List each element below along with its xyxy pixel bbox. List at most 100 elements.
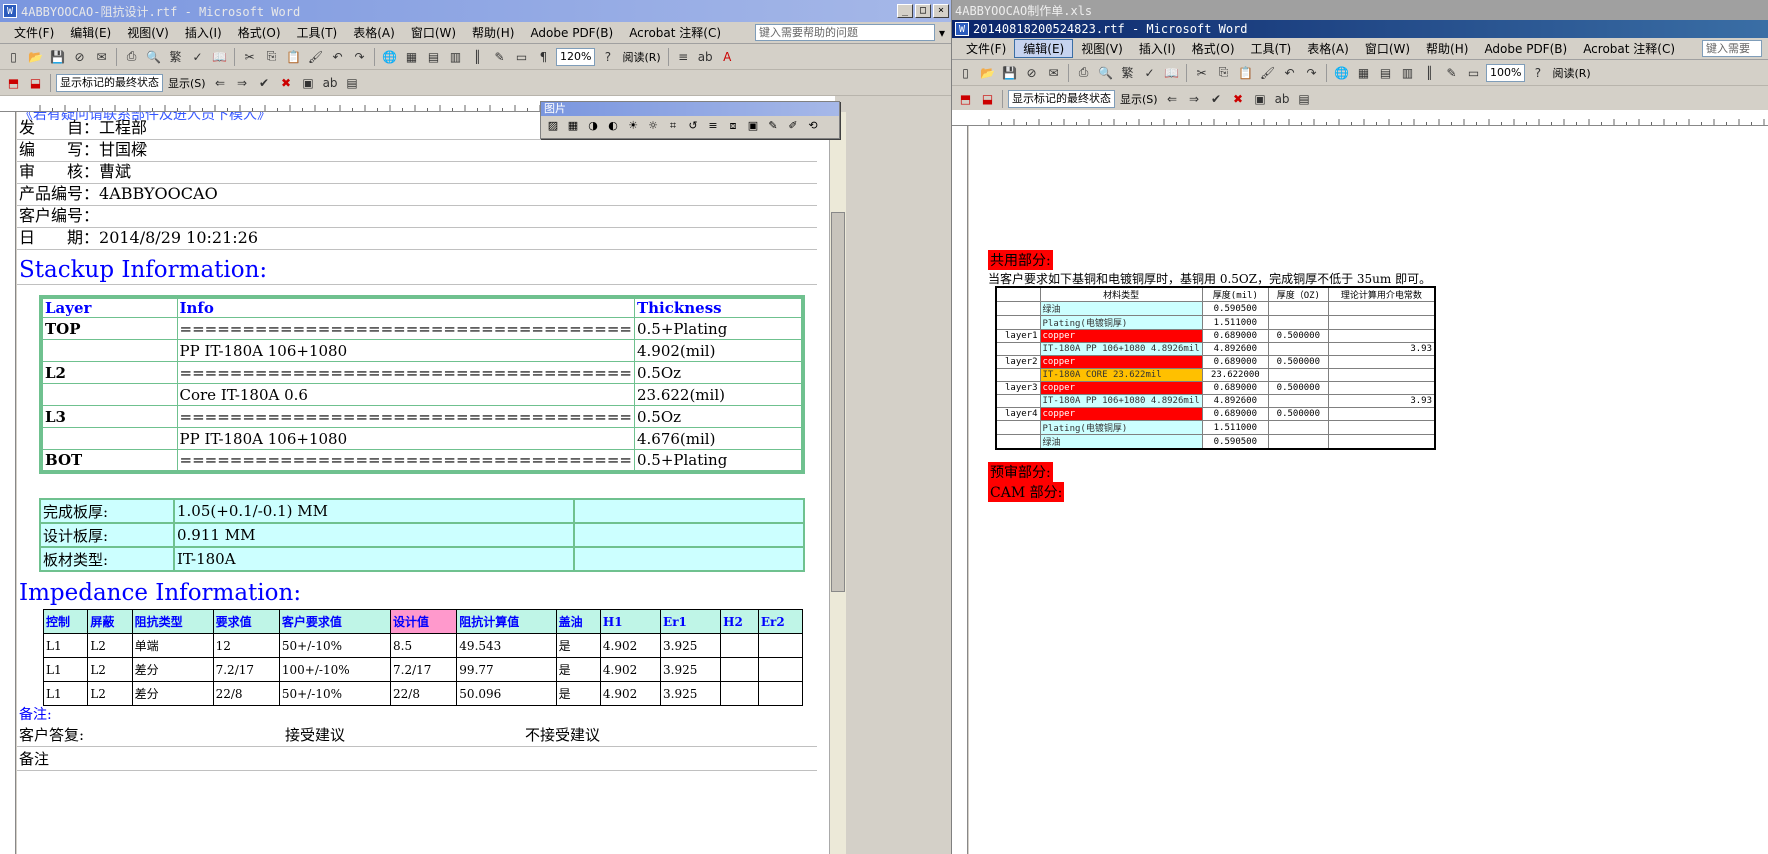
- read-button[interactable]: 阅读(R): [1550, 65, 1592, 81]
- reject-option[interactable]: 不接受建议: [525, 724, 600, 746]
- research-icon[interactable]: 📖: [210, 47, 229, 66]
- redo-icon[interactable]: ↷: [1302, 63, 1321, 82]
- color-icon[interactable]: ▦: [565, 119, 581, 135]
- menu-item[interactable]: Acrobat 注释(C): [621, 24, 729, 41]
- insert-table-icon[interactable]: ▤: [424, 47, 443, 66]
- menu-item[interactable]: 插入(I): [1131, 40, 1184, 57]
- show-menu[interactable]: 显示(S): [166, 75, 208, 91]
- accept-change-icon[interactable]: ✔: [1207, 89, 1226, 108]
- scroll-thumb[interactable]: [831, 212, 845, 592]
- rotate-icon[interactable]: ↺: [685, 119, 701, 135]
- spelling-icon[interactable]: ✓: [1140, 63, 1159, 82]
- copy-icon[interactable]: ⎘: [1214, 63, 1233, 82]
- format-painter-icon[interactable]: 🖌: [1258, 63, 1277, 82]
- title-bar-right[interactable]: W 20140818200524823.rtf - Microsoft Word: [952, 20, 1768, 38]
- next-change-icon[interactable]: ⇒: [233, 73, 252, 92]
- document-area-left[interactable]: 《若有疑问请联系部件及进人员下模人》 发 自：工程部编 写：甘国樑审 核：曹斌产…: [17, 112, 829, 854]
- research-icon[interactable]: 📖: [1162, 63, 1181, 82]
- help-icon[interactable]: ?: [1528, 63, 1547, 82]
- hyperlink-icon[interactable]: 🌐: [380, 47, 399, 66]
- format-painter-icon[interactable]: 🖌: [306, 47, 325, 66]
- menu-item[interactable]: 表格(A): [345, 24, 403, 41]
- tables-borders-icon[interactable]: ▦: [1354, 63, 1373, 82]
- insert-picture-icon[interactable]: ▨: [545, 119, 561, 135]
- traditional-chinese-icon[interactable]: 繁: [1118, 63, 1137, 82]
- reject-change-icon[interactable]: ✖: [1229, 89, 1248, 108]
- spelling-icon[interactable]: ✓: [188, 47, 207, 66]
- print-preview-icon[interactable]: 🔍: [1096, 63, 1115, 82]
- menu-item[interactable]: 编辑(E): [62, 24, 119, 41]
- track-changes-icon[interactable]: ab: [1273, 89, 1292, 108]
- reviewing-pane-icon[interactable]: ▤: [1295, 89, 1314, 108]
- help-search-input[interactable]: 键入需要帮助的问题: [754, 24, 935, 41]
- crop-icon[interactable]: ⌗: [665, 119, 681, 135]
- line-style-icon[interactable]: ≡: [705, 119, 721, 135]
- paste-icon[interactable]: 📋: [284, 47, 303, 66]
- menu-item[interactable]: 帮助(H): [464, 24, 522, 41]
- background-window-title[interactable]: 4ABBYOOCAO制作单.xls: [952, 0, 1768, 20]
- drawing-icon[interactable]: ✎: [1442, 63, 1461, 82]
- document-map-icon[interactable]: ▭: [1464, 63, 1483, 82]
- format-picture-icon[interactable]: ✎: [765, 119, 781, 135]
- show-hide-icon[interactable]: ¶: [534, 47, 553, 66]
- traditional-chinese-icon[interactable]: 繁: [166, 47, 185, 66]
- more-brightness-icon[interactable]: ☀: [625, 119, 641, 135]
- markup-state-select[interactable]: 显示标记的最终状态: [56, 73, 163, 92]
- menu-item[interactable]: 格式(O): [1184, 40, 1243, 57]
- undo-icon[interactable]: ↶: [1280, 63, 1299, 82]
- accept-change-icon[interactable]: ✔: [255, 73, 274, 92]
- menu-item[interactable]: 文件(F): [958, 40, 1014, 57]
- track-changes-icon[interactable]: ab: [321, 73, 340, 92]
- reviewing-pane-icon[interactable]: ▤: [343, 73, 362, 92]
- permission-icon[interactable]: ⊘: [1022, 63, 1041, 82]
- new-icon[interactable]: ▯: [956, 63, 975, 82]
- cut-icon[interactable]: ✂: [1192, 63, 1211, 82]
- transparent-color-icon[interactable]: ✐: [785, 119, 801, 135]
- compress-icon[interactable]: ⧈: [725, 119, 741, 135]
- menu-item[interactable]: 窗口(W): [403, 24, 464, 41]
- maximize-button[interactable]: □: [915, 4, 931, 18]
- pdf-icon[interactable]: ⬒: [4, 73, 23, 92]
- save-icon[interactable]: 💾: [1000, 63, 1019, 82]
- next-change-icon[interactable]: ⇒: [1185, 89, 1204, 108]
- paste-icon[interactable]: 📋: [1236, 63, 1255, 82]
- reject-change-icon[interactable]: ✖: [277, 73, 296, 92]
- menu-item[interactable]: Acrobat 注释(C): [1575, 40, 1683, 57]
- menu-item[interactable]: 帮助(H): [1418, 40, 1476, 57]
- markup-state-select[interactable]: 显示标记的最终状态: [1008, 89, 1115, 108]
- less-contrast-icon[interactable]: ◐: [605, 119, 621, 135]
- document-map-icon[interactable]: ▭: [512, 47, 531, 66]
- accept-option[interactable]: 接受建议: [285, 724, 345, 746]
- pdf-mail-icon[interactable]: ⬓: [26, 73, 45, 92]
- menu-item[interactable]: 工具(T): [289, 24, 346, 41]
- vertical-scrollbar[interactable]: [829, 112, 846, 854]
- save-icon[interactable]: 💾: [48, 47, 67, 66]
- chevron-down-icon[interactable]: ▾: [939, 26, 945, 40]
- title-bar-left[interactable]: W 4ABBYOOCAO-阻抗设计.rtf - Microsoft Word _…: [0, 0, 951, 22]
- show-menu[interactable]: 显示(S): [1118, 91, 1160, 107]
- insert-table-icon[interactable]: ▤: [1376, 63, 1395, 82]
- menu-item[interactable]: 窗口(W): [1357, 40, 1418, 57]
- less-brightness-icon[interactable]: ☼: [645, 119, 661, 135]
- menu-item[interactable]: 视图(V): [119, 24, 177, 41]
- undo-icon[interactable]: ↶: [328, 47, 347, 66]
- horizontal-ruler[interactable]: [952, 110, 1768, 126]
- tables-borders-icon[interactable]: ▦: [402, 47, 421, 66]
- zoom-select[interactable]: 120%: [556, 47, 596, 66]
- previous-change-icon[interactable]: ⇐: [1163, 89, 1182, 108]
- reset-picture-icon[interactable]: ⟲: [805, 119, 821, 135]
- insert-excel-icon[interactable]: ▥: [1398, 63, 1417, 82]
- menu-item[interactable]: 工具(T): [1243, 40, 1300, 57]
- embedded-excel-table[interactable]: 材料类型 厚度(mil) 厚度（OZ) 理论计算用介电常数 绿油 0.590500 Plat…: [995, 286, 1436, 450]
- new-icon[interactable]: ▯: [4, 47, 23, 66]
- menu-item[interactable]: 编辑(E): [1014, 39, 1074, 58]
- columns-icon[interactable]: ║: [1420, 63, 1439, 82]
- pdf-mail-icon[interactable]: ⬓: [978, 89, 997, 108]
- hyperlink-icon[interactable]: 🌐: [1332, 63, 1351, 82]
- menu-item[interactable]: 插入(I): [177, 24, 230, 41]
- menu-item[interactable]: Adobe PDF(B): [1476, 42, 1575, 56]
- open-icon[interactable]: 📂: [26, 47, 45, 66]
- minimize-button[interactable]: _: [897, 4, 913, 18]
- copy-icon[interactable]: ⎘: [262, 47, 281, 66]
- columns-icon[interactable]: ║: [468, 47, 487, 66]
